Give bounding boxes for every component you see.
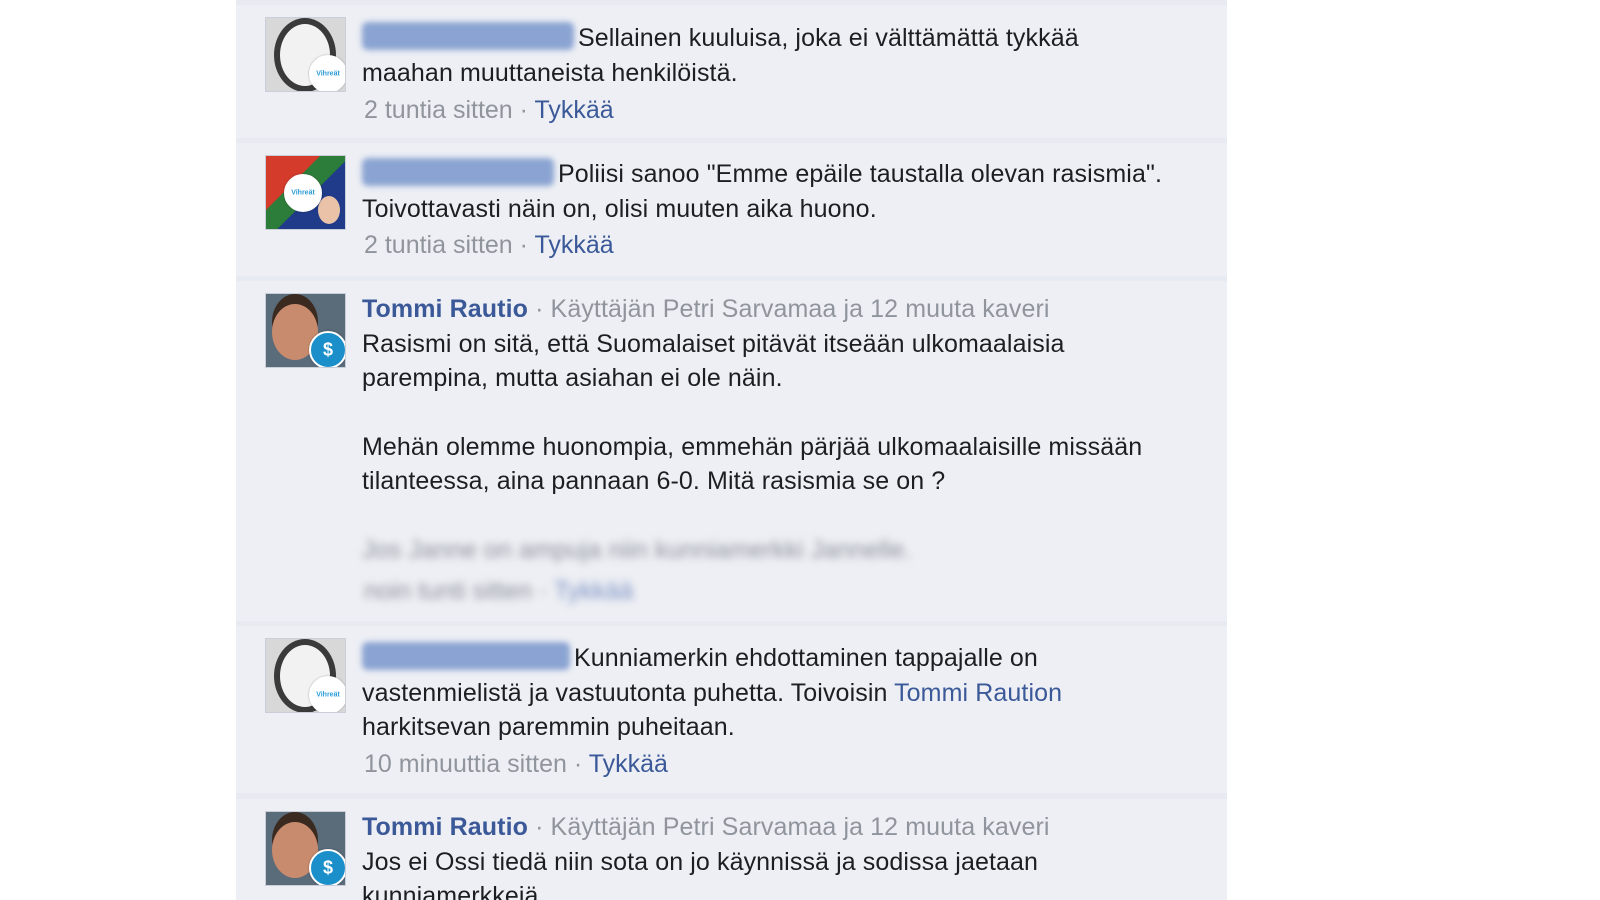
party-badge-icon: $ — [309, 331, 345, 367]
comment-footer-blurred: noin tunti sitten · Tykkää — [364, 576, 633, 606]
comment-3: $ Tommi Rautio · Käyttäjän Petri Sarvama… — [236, 281, 1227, 621]
separator: · — [535, 295, 544, 323]
separator: · — [535, 813, 544, 841]
timestamp[interactable]: 10 minuuttia sitten — [364, 750, 567, 778]
like-link[interactable]: Tykkää — [535, 96, 614, 124]
blurred-paragraph: Jos Janne on ampuja niin kunniamerkki Ja… — [362, 535, 912, 564]
comment-body: Jos ei Ossi tiedä niin sota on jo käynni… — [362, 847, 1039, 900]
comment-text: Tommi Rautio · Käyttäjän Petri Sarvamaa … — [362, 292, 1172, 567]
separator: · — [573, 750, 583, 778]
avatar[interactable]: Vihreät — [265, 155, 346, 230]
comment-1: Vihreät Sellainen kuuluisa, joka ei vält… — [236, 5, 1227, 138]
like-link[interactable]: Tykkää — [535, 231, 614, 259]
author-name-link[interactable]: Tommi Rautio — [362, 295, 528, 323]
separator: · — [539, 577, 548, 605]
avatar[interactable]: $ — [265, 293, 346, 368]
party-badge-icon: Vihreät — [284, 174, 322, 212]
comment-paragraph: Rasismi on sitä, että Suomalaiset pitävä… — [362, 329, 1065, 393]
mention-link[interactable]: Tommi Raution — [894, 679, 1062, 707]
author-name-blurred[interactable] — [362, 642, 570, 670]
author-name-blurred[interactable] — [362, 22, 574, 50]
party-badge-icon: Vihreät — [309, 676, 345, 712]
mutual-friends-text[interactable]: Käyttäjän Petri Sarvamaa ja 12 muuta kav… — [551, 813, 1050, 841]
comment-text: Poliisi sanoo "Emme epäile taustalla ole… — [362, 157, 1172, 226]
separator: · — [519, 96, 528, 124]
timestamp[interactable]: noin tunti sitten — [364, 577, 532, 605]
comment-footer: 2 tuntia sitten · Tykkää — [364, 95, 614, 125]
avatar-face — [318, 196, 340, 224]
party-badge-icon: $ — [309, 849, 345, 885]
avatar[interactable]: Vihreät — [265, 638, 346, 713]
author-name-link[interactable]: Tommi Rautio — [362, 813, 528, 841]
comment-header: Tommi Rautio · Käyttäjän Petri Sarvamaa … — [362, 810, 1172, 845]
comment-footer: 2 tuntia sitten · Tykkää — [364, 230, 614, 260]
comment-header: Tommi Rautio · Käyttäjän Petri Sarvamaa … — [362, 292, 1172, 327]
party-badge-icon: Vihreät — [309, 55, 345, 91]
mutual-friends-text[interactable]: Käyttäjän Petri Sarvamaa ja 12 muuta kav… — [551, 295, 1050, 323]
comment-feed: Vihreät Sellainen kuuluisa, joka ei vält… — [236, 0, 1227, 900]
separator: · — [519, 231, 528, 259]
comment-footer: 10 minuuttia sitten · Tykkää — [364, 749, 668, 779]
timestamp[interactable]: 2 tuntia sitten — [364, 96, 513, 124]
comment-paragraph: Mehän olemme huonompia, emmehän pärjää u… — [362, 432, 1143, 496]
comment-text: Kunniamerkin ehdottaminen tappajalle on … — [362, 641, 1172, 745]
timestamp[interactable]: 2 tuntia sitten — [364, 231, 513, 259]
comment-text: Tommi Rautio · Käyttäjän Petri Sarvamaa … — [362, 810, 1172, 900]
like-link[interactable]: Tykkää — [589, 750, 668, 778]
comment-4: Vihreät Kunniamerkin ehdottaminen tappaj… — [236, 626, 1227, 793]
comment-text: Sellainen kuuluisa, joka ei välttämättä … — [362, 21, 1172, 90]
author-name-blurred[interactable] — [362, 158, 554, 186]
comment-2: Vihreät Poliisi sanoo "Emme epäile taust… — [236, 143, 1227, 276]
avatar[interactable]: $ — [265, 811, 346, 886]
like-link[interactable]: Tykkää — [554, 577, 633, 605]
comment-body-end: harkitsevan paremmin puheitaan. — [362, 713, 735, 741]
avatar[interactable]: Vihreät — [265, 17, 346, 92]
screenshot-page: Vihreät Sellainen kuuluisa, joka ei vält… — [0, 0, 1600, 900]
comment-5: $ Tommi Rautio · Käyttäjän Petri Sarvama… — [236, 799, 1227, 900]
